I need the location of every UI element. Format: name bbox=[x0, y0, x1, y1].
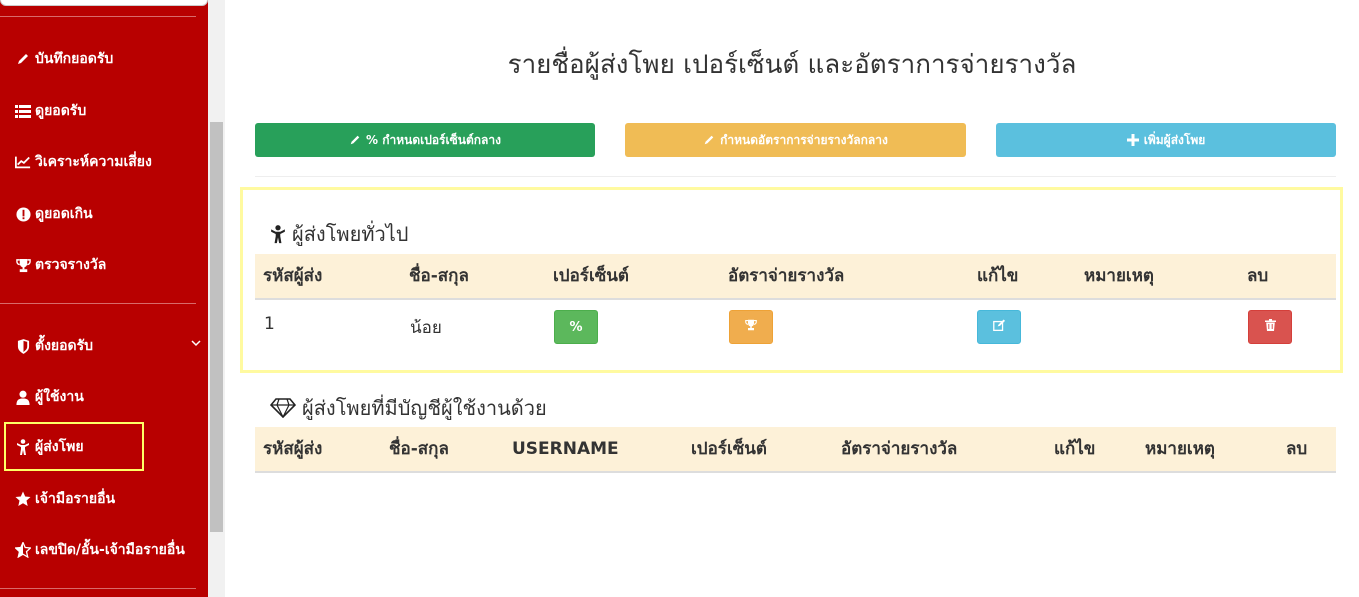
sidebar-item-label: บันทึกยอดรับ bbox=[35, 51, 114, 67]
sidebar-divider bbox=[0, 303, 196, 304]
sidebar-item-label: เลขปิด/อั้น-เจ้ามือรายอื่น bbox=[35, 542, 185, 558]
col-percent: เปอร์เซ็นต์ bbox=[691, 439, 767, 459]
sidebar-item-label: เจ้ามือรายอื่น bbox=[35, 491, 116, 507]
pencil-icon bbox=[703, 134, 715, 146]
main-content: รายชื่อผู้ส่งโพย เปอร์เซ็นต์ และอัตราการ… bbox=[225, 0, 1359, 597]
sidebar-top-box bbox=[0, 0, 208, 6]
col-delete: ลบ bbox=[1247, 266, 1269, 286]
sidebar-item-set-received[interactable]: ตั้งยอดรับ bbox=[0, 323, 208, 369]
list-icon bbox=[15, 103, 31, 119]
col-username: USERNAME bbox=[512, 439, 619, 459]
page-title: รายชื่อผู้ส่งโพย เปอร์เซ็นต์ และอัตราการ… bbox=[507, 50, 1077, 80]
star-half-icon bbox=[15, 542, 31, 558]
percent-button[interactable]: % bbox=[554, 310, 598, 344]
pencil-icon bbox=[349, 134, 361, 146]
plus-icon bbox=[1126, 134, 1139, 146]
col-percent: เปอร์เซ็นต์ bbox=[553, 266, 629, 286]
pencil-icon bbox=[15, 51, 31, 67]
sidebar-item-label: ดูยอดรับ bbox=[35, 103, 87, 119]
sidebar-item-label: วิเคราะห์ความเสี่ยง bbox=[35, 154, 152, 170]
col-note: หมายเหตุ bbox=[1084, 266, 1154, 286]
col-name: ชื่อ-สกุล bbox=[389, 439, 449, 459]
trash-icon bbox=[1264, 319, 1276, 335]
set-central-percent-label: % กำหนดเปอร์เซ็นต์กลาง bbox=[366, 132, 501, 147]
sidebar-item-other-dealers[interactable]: เจ้ามือรายอื่น bbox=[0, 476, 208, 522]
sidebar-item-check-prizes[interactable]: ตรวจรางวัล bbox=[0, 242, 208, 288]
col-sender-id: รหัสผู้ส่ง bbox=[263, 266, 323, 286]
col-payout-rate: อัตราจ่ายรางวัล bbox=[841, 439, 958, 459]
sidebar-item-label: ผู้ส่งโพย bbox=[35, 438, 84, 455]
shield-icon bbox=[15, 338, 31, 354]
child-icon bbox=[270, 224, 286, 244]
table-header: รหัสผู้ส่ง ชื่อ-สกุล USERNAME เปอร์เซ็นต… bbox=[255, 427, 1336, 473]
add-sender-label: เพิ่มผู้ส่งโพย bbox=[1143, 132, 1206, 147]
set-central-payout-label: กำหนดอัตราการจ่ายรางวัลกลาง bbox=[720, 132, 888, 147]
child-icon bbox=[15, 438, 31, 455]
edit-icon bbox=[992, 319, 1006, 335]
sender-id-cell: 1 bbox=[264, 314, 275, 334]
sidebar-item-senders[interactable]: ผู้ส่งโพย bbox=[4, 422, 144, 471]
general-senders-heading: ผู้ส่งโพยทั่วไป bbox=[270, 218, 409, 250]
payout-rate-button[interactable] bbox=[729, 310, 773, 344]
account-senders-heading: ผู้ส่งโพยที่มีบัญชีผู้ใช้งานด้วย bbox=[270, 392, 547, 424]
sidebar-item-view-received[interactable]: ดูยอดรับ bbox=[0, 88, 208, 134]
col-edit: แก้ไข bbox=[1054, 439, 1096, 459]
exclamation-circle-icon bbox=[15, 206, 31, 222]
delete-button[interactable] bbox=[1248, 310, 1292, 344]
col-delete: ลบ bbox=[1286, 439, 1308, 459]
star-icon bbox=[15, 491, 31, 507]
sidebar-item-users[interactable]: ผู้ใช้งาน bbox=[0, 374, 208, 420]
diamond-icon bbox=[270, 398, 296, 418]
sidebar-item-label: ดูยอดเกิน bbox=[35, 206, 93, 222]
user-icon bbox=[15, 389, 31, 405]
general-senders-panel: ผู้ส่งโพยทั่วไป รหัสผู้ส่ง ชื่อ-สกุล เปอ… bbox=[240, 187, 1343, 373]
set-central-payout-button[interactable]: กำหนดอัตราการจ่ายรางวัลกลาง bbox=[625, 123, 966, 157]
line-chart-icon bbox=[15, 154, 31, 170]
sidebar-divider bbox=[0, 588, 196, 589]
col-edit: แก้ไข bbox=[977, 266, 1019, 286]
sidebar-item-view-exceeded[interactable]: ดูยอดเกิน bbox=[0, 191, 208, 237]
trophy-icon bbox=[15, 257, 31, 273]
col-note: หมายเหตุ bbox=[1145, 439, 1215, 459]
section-title: ผู้ส่งโพยทั่วไป bbox=[292, 222, 409, 246]
sidebar-item-closed-numbers[interactable]: เลขปิด/อั้น-เจ้ามือรายอื่น bbox=[0, 527, 208, 573]
col-name: ชื่อ-สกุล bbox=[409, 266, 469, 286]
col-payout-rate: อัตราจ่ายรางวัล bbox=[728, 266, 845, 286]
sidebar-item-label: ผู้ใช้งาน bbox=[35, 389, 84, 405]
add-sender-button[interactable]: เพิ่มผู้ส่งโพย bbox=[996, 123, 1336, 157]
section-title: ผู้ส่งโพยที่มีบัญชีผู้ใช้งานด้วย bbox=[302, 396, 547, 420]
chevron-down-icon[interactable] bbox=[190, 337, 202, 353]
sidebar-item-label: ตั้งยอดรับ bbox=[35, 338, 94, 354]
percent-label: % bbox=[569, 319, 583, 335]
sidebar: บันทึกยอดรับ ดูยอดรับ วิเคราะห์ความเสี่ย… bbox=[0, 0, 208, 597]
sidebar-divider bbox=[0, 16, 196, 17]
set-central-percent-button[interactable]: % กำหนดเปอร์เซ็นต์กลาง bbox=[255, 123, 595, 157]
col-sender-id: รหัสผู้ส่ง bbox=[263, 439, 323, 459]
sidebar-item-risk-analysis[interactable]: วิเคราะห์ความเสี่ยง bbox=[0, 139, 208, 185]
sidebar-item-record-received[interactable]: บันทึกยอดรับ bbox=[0, 36, 208, 82]
name-cell: น้อย bbox=[410, 318, 442, 338]
table-header: รหัสผู้ส่ง ชื่อ-สกุล เปอร์เซ็นต์ อัตราจ่… bbox=[255, 254, 1336, 300]
trophy-icon bbox=[745, 319, 757, 335]
scrollbar-thumb[interactable] bbox=[210, 122, 223, 532]
divider bbox=[255, 176, 1336, 177]
edit-button[interactable] bbox=[977, 310, 1021, 344]
sidebar-item-label: ตรวจรางวัล bbox=[35, 257, 107, 273]
